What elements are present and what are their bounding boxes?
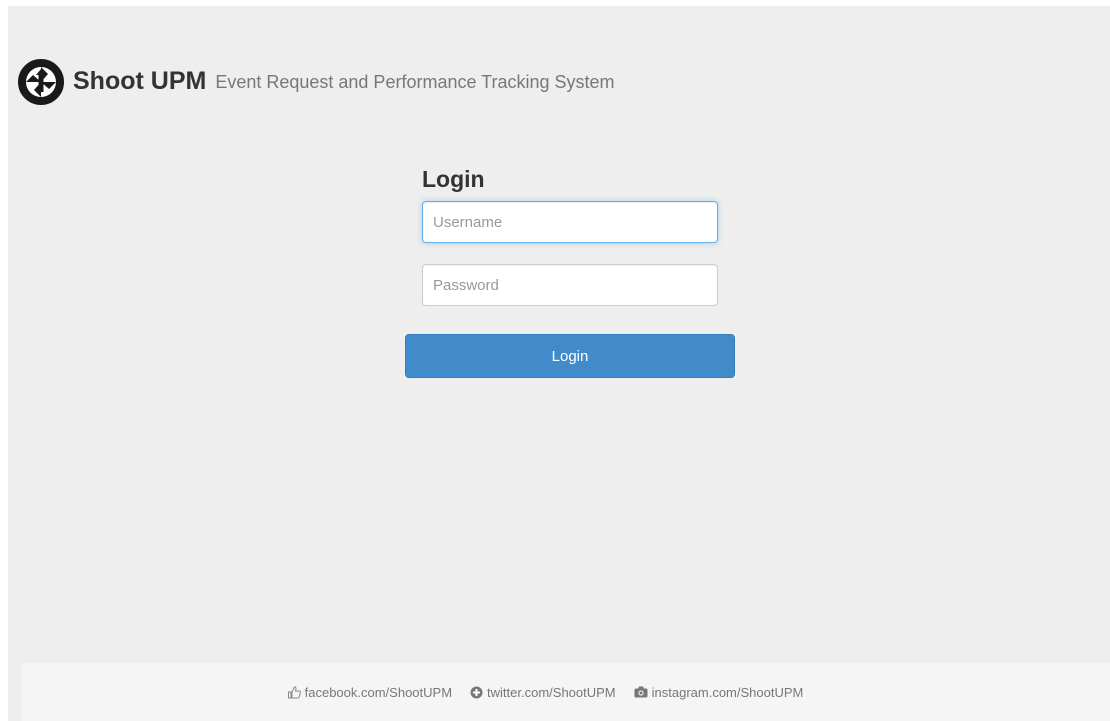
facebook-link-label: facebook.com/ShootUPM [304, 684, 453, 700]
brand-tagline: Event Request and Performance Tracking S… [215, 71, 615, 92]
brand-name: Shoot UPM [73, 66, 207, 95]
twitter-link-label: twitter.com/ShootUPM [487, 684, 616, 700]
password-input[interactable] [422, 264, 718, 306]
instagram-link[interactable]: instagram.com/ShootUPM [634, 684, 804, 700]
camera-icon [634, 686, 648, 698]
thumbs-up-icon [287, 685, 301, 698]
username-input[interactable] [422, 201, 718, 243]
footer: facebook.com/ShootUPM twitter.com/ShootU… [21, 663, 1110, 721]
camera-aperture-icon [18, 59, 64, 105]
login-heading: Login [422, 166, 485, 192]
circle-plus-icon [470, 686, 483, 698]
page: Shoot UPM Event Request and Performance … [8, 6, 1110, 721]
login-button[interactable]: Login [405, 334, 735, 378]
header: Shoot UPM Event Request and Performance … [18, 57, 615, 107]
facebook-link[interactable]: facebook.com/ShootUPM [287, 684, 453, 700]
instagram-link-label: instagram.com/ShootUPM [651, 684, 804, 700]
twitter-link[interactable]: twitter.com/ShootUPM [470, 685, 616, 700]
